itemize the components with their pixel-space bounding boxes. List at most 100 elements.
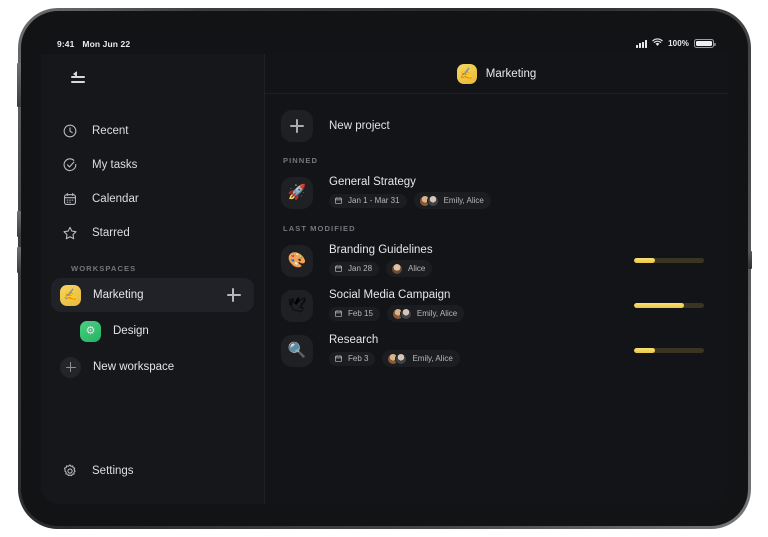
new-project-label: New project <box>329 120 390 132</box>
status-bar-left: 9:41 Mon Jun 22 <box>57 39 130 49</box>
progress-track <box>634 303 704 308</box>
project-progress-bar <box>634 303 704 308</box>
project-meta: Feb 15 Emily, Alice <box>329 305 618 322</box>
project-date: Feb 3 <box>348 354 369 363</box>
project-members: Alice <box>408 264 426 273</box>
clock-icon <box>61 123 78 140</box>
sidebar-workspace-marketing[interactable]: ✍ Marketing <box>51 278 254 312</box>
sidebar-item-starred[interactable]: Starred <box>51 216 254 250</box>
calendar-icon <box>334 265 343 272</box>
status-bar-right: 100% <box>635 38 716 49</box>
project-date: Feb 15 <box>348 309 373 318</box>
gear-icon <box>61 463 78 480</box>
plus-icon <box>281 110 313 142</box>
sidebar-item-my-tasks[interactable]: My tasks <box>51 148 254 182</box>
project-members-chip: Emily, Alice <box>382 350 460 367</box>
project-row-social-media-campaign[interactable]: 🕊 Social Media Campaign Feb 15 Emily, Al… <box>279 284 710 327</box>
volume-down-button[interactable] <box>17 247 21 273</box>
project-row-research[interactable]: 🔍 Research Feb 3 Emily, Alice <box>279 329 710 372</box>
calendar-icon <box>334 355 343 362</box>
new-project-button[interactable]: New project <box>279 108 710 144</box>
page-title: Marketing <box>485 67 537 80</box>
avatar-stack <box>391 262 404 275</box>
device-bezel: 9:41 Mon Jun 22 100% Recent My tasks Cal… <box>17 11 752 526</box>
project-date-chip: Jan 28 <box>329 261 380 276</box>
sidebar-new-workspace-button[interactable]: New workspace <box>51 350 254 384</box>
main-scroll-area: New project PINNED 🚀 General Strategy Ja… <box>265 94 728 504</box>
project-date-chip: Jan 1 - Mar 31 <box>329 193 407 208</box>
project-title: Research <box>329 334 379 346</box>
project-date: Jan 28 <box>348 264 373 273</box>
calendar-icon <box>61 191 78 208</box>
star-icon <box>61 225 78 242</box>
avatar <box>391 262 404 275</box>
project-progress-bar <box>634 258 704 263</box>
workspace-header-avatar: ✍ <box>456 63 477 84</box>
project-emoji-icon: 🔍 <box>281 334 313 367</box>
section-label-pinned: PINNED <box>283 156 318 165</box>
project-row-general-strategy[interactable]: 🚀 General Strategy Jan 1 - Mar 31 Emily,… <box>279 171 710 214</box>
avatar-stack <box>387 352 408 365</box>
main-content: ✍ Marketing New project PINNED 🚀 General… <box>265 54 728 504</box>
sidebar-item-settings[interactable]: Settings <box>51 454 254 488</box>
sidebar-item-calendar[interactable]: Calendar <box>51 182 254 216</box>
sidebar-top-bar <box>51 56 254 98</box>
project-members: Emily, Alice <box>443 196 484 205</box>
calendar-icon <box>334 310 343 317</box>
section-label-last-modified: LAST MODIFIED <box>283 224 356 233</box>
add-project-to-workspace-icon[interactable] <box>226 287 242 303</box>
avatar <box>399 307 412 320</box>
screen: 9:41 Mon Jun 22 100% Recent My tasks Cal… <box>41 33 728 504</box>
sidebar-item-label: Starred <box>92 227 130 239</box>
avatar-stack <box>418 194 439 207</box>
project-title: Social Media Campaign <box>329 289 451 301</box>
main-header: ✍ Marketing <box>265 54 728 94</box>
calendar-icon <box>334 197 343 204</box>
new-workspace-label: New workspace <box>93 361 175 373</box>
wifi-icon <box>652 38 663 49</box>
sidebar-item-label: Settings <box>92 465 134 477</box>
tablet-device-frame: 9:41 Mon Jun 22 100% Recent My tasks Cal… <box>17 8 752 529</box>
status-bar: 9:41 Mon Jun 22 100% <box>41 33 728 54</box>
project-details: Research Feb 3 Emily, Alice <box>329 334 618 367</box>
app-body: Recent My tasks Calendar Starred WORKSPA… <box>41 54 728 504</box>
project-details: Branding Guidelines Jan 28 Alice <box>329 244 618 277</box>
check-circle-icon <box>61 157 78 174</box>
battery-percent-label: 100% <box>668 39 689 48</box>
project-members-chip: Emily, Alice <box>413 192 491 209</box>
progress-track <box>634 258 704 263</box>
sidebar: Recent My tasks Calendar Starred WORKSPA… <box>41 54 265 504</box>
project-details: General Strategy Jan 1 - Mar 31 Emily, A… <box>329 176 620 209</box>
workspace-label: Marketing <box>93 289 144 301</box>
project-details: Social Media Campaign Feb 15 Emily, Alic… <box>329 289 618 322</box>
workspace-avatar-marketing: ✍ <box>60 284 81 306</box>
progress-track <box>634 348 704 353</box>
workspace-avatar-design: ⚙ <box>80 320 101 342</box>
project-progress-bar <box>634 348 704 353</box>
project-emoji-icon: 🚀 <box>281 176 313 209</box>
project-members-chip: Alice <box>386 260 433 277</box>
project-emoji-icon: 🎨 <box>281 244 313 277</box>
progress-fill <box>634 303 685 308</box>
status-date: Mon Jun 22 <box>82 38 131 49</box>
sidebar-item-recent[interactable]: Recent <box>51 114 254 148</box>
sidebar-item-label: Recent <box>92 125 129 137</box>
sidebar-workspace-design[interactable]: ⚙ Design <box>71 314 254 348</box>
progress-fill <box>634 258 655 263</box>
sidebar-item-label: Calendar <box>92 193 139 205</box>
project-date-chip: Feb 3 <box>329 351 376 366</box>
project-row-branding-guidelines[interactable]: 🎨 Branding Guidelines Jan 28 Alice <box>279 239 710 282</box>
project-date-chip: Feb 15 <box>329 306 380 321</box>
progress-fill <box>634 348 655 353</box>
power-button[interactable] <box>17 63 21 107</box>
volume-up-button[interactable] <box>17 211 21 237</box>
collapse-sidebar-icon[interactable] <box>63 68 85 86</box>
avatar <box>395 352 408 365</box>
project-title: General Strategy <box>329 176 416 188</box>
project-members: Emily, Alice <box>412 354 453 363</box>
sidebar-nav-group: Recent My tasks Calendar Starred <box>51 114 254 250</box>
battery-icon <box>694 39 716 48</box>
project-meta: Jan 28 Alice <box>329 260 618 277</box>
project-members-chip: Emily, Alice <box>386 305 465 322</box>
